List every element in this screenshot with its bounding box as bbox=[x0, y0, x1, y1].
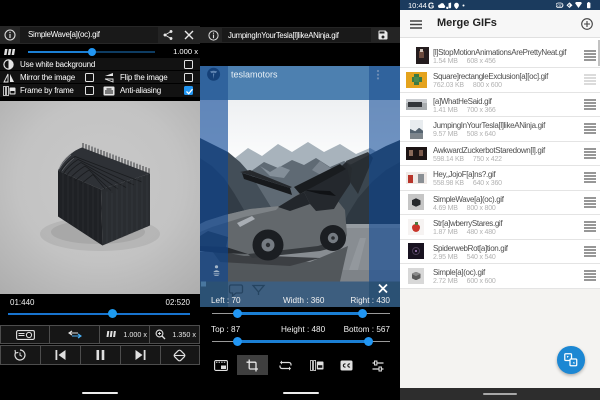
svg-text:Right : 430: Right : 430 bbox=[350, 296, 390, 305]
svg-text:Width : 360: Width : 360 bbox=[283, 296, 325, 305]
svg-text:Left : 70: Left : 70 bbox=[211, 296, 241, 305]
svg-text:GD: GD bbox=[557, 4, 563, 8]
svg-text:teslamotors: teslamotors bbox=[231, 70, 278, 80]
svg-text:G: G bbox=[428, 2, 434, 9]
